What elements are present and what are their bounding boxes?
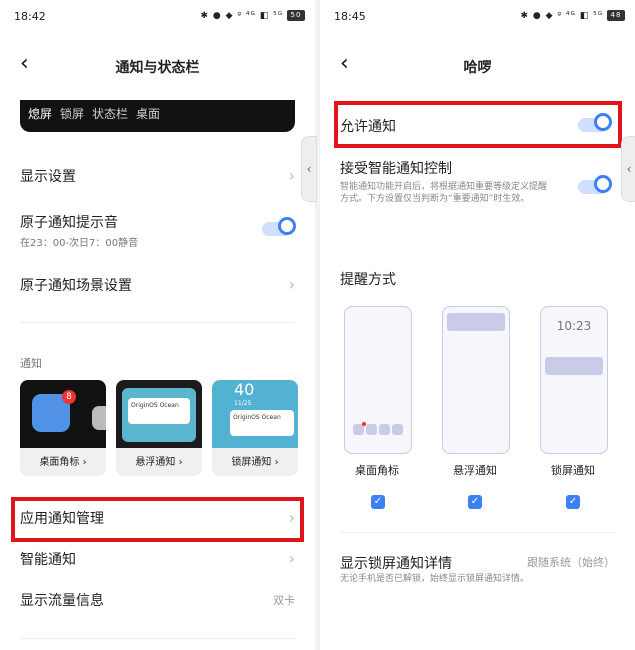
chevron-right-icon: › (288, 166, 295, 185)
lock-clock: 10:23 (556, 319, 592, 333)
display-settings-label: 显示设置 (20, 169, 76, 185)
divider (340, 532, 615, 533)
smart-notify-label: 智能通知 (20, 552, 76, 568)
side-panel-handle-icon[interactable]: ‹ (621, 136, 635, 202)
atom-tone-row[interactable]: 原子通知提示音 (20, 212, 295, 232)
tab-aod[interactable]: 熄屏 (28, 107, 52, 121)
card-label-text: 锁屏通知 (231, 457, 272, 468)
card-image: OriginOS Ocean (116, 380, 202, 448)
status-icon-group: ✱ ● ◆ ᵍ ⁴ᴳ ◧ ⁵ᴳ (200, 11, 284, 21)
checkbox-lock-notify[interactable]: ✓ (566, 495, 580, 509)
card-label: 悬浮通知 › (135, 457, 183, 468)
checkbox-desktop-badge[interactable]: ✓ (371, 495, 385, 509)
dock-icons (353, 420, 403, 439)
smart-ctrl-toggle[interactable] (578, 175, 612, 194)
atom-tone-sub: 在23：00-次日7：00静音 (20, 238, 139, 249)
lock-detail-row[interactable]: 显示锁屏通知详情 跟随系统（始终） (340, 553, 615, 573)
status-icon-group: ✱ ● ◆ ᵍ ⁴ᴳ ◧ ⁵ᴳ (520, 11, 604, 21)
preview-desktop-badge[interactable] (344, 306, 412, 454)
side-panel-handle-icon[interactable]: ‹ (301, 136, 317, 202)
atom-tone-toggle[interactable] (262, 217, 296, 236)
lock-detail-desc: 无论手机是否已解锁，始终显示锁屏通知详情。 (340, 574, 530, 584)
lock-detail-label: 显示锁屏通知详情 (340, 556, 452, 572)
divider (20, 322, 295, 323)
card-label-text: 悬浮通知 (135, 457, 176, 468)
chevron-right-icon: › (288, 275, 295, 294)
highlight-box (334, 101, 622, 148)
toggle-knob (594, 175, 612, 193)
lock-detail-value: 跟随系统（始终） (527, 556, 615, 569)
atom-tone-label: 原子通知提示音 (20, 215, 118, 231)
status-time: 18:45 (334, 10, 366, 23)
tab-desktop[interactable]: 桌面 (136, 107, 160, 121)
lock-notice: OriginOS Ocean (230, 410, 294, 436)
remind-section-title: 提醒方式 (340, 269, 615, 289)
highlight-box (11, 497, 304, 542)
battery-icon: 48 (607, 10, 625, 21)
preview-label-float: 悬浮通知 (453, 464, 497, 477)
status-time: 18:42 (14, 10, 46, 23)
preview-float-notify[interactable] (442, 306, 510, 454)
status-bar: 18:42 ✱ ● ◆ ᵍ ⁴ᴳ ◧ ⁵ᴳ 50 (0, 0, 315, 34)
lock-banner (545, 357, 603, 375)
traffic-value: 双卡 (273, 594, 295, 607)
card-image: 40 11/25 OriginOS Ocean (212, 380, 298, 448)
nav-header: ‹ 哈啰 (320, 48, 635, 82)
smart-ctrl-desc: 智能通知功能开启后，将根据通知重要等级定义提醒方式。下方设置仅当判断为“重要通知… (340, 182, 548, 204)
left-screen: 18:42 ✱ ● ◆ ᵍ ⁴ᴳ ◧ ⁵ᴳ 50 ‹ 通知与状态栏 熄屏 锁屏 状态… (0, 0, 315, 650)
lock-clock: 40 (234, 380, 255, 399)
smart-ctrl-row[interactable]: 接受智能通知控制 (340, 158, 615, 178)
card-label: 锁屏通知 › (231, 457, 279, 468)
app-icon (353, 422, 366, 435)
preview-tabs: 熄屏 锁屏 状态栏 桌面 (28, 105, 168, 122)
card-label: 桌面角标 › (39, 457, 87, 468)
status-icons: ✱ ● ◆ ᵍ ⁴ᴳ ◧ ⁵ᴳ 48 (520, 10, 625, 21)
app-icon-partial (92, 406, 106, 430)
remind-section-label: 提醒方式 (340, 272, 396, 288)
app-icon (366, 424, 377, 435)
traffic-row[interactable]: 显示流量信息 双卡 (20, 590, 295, 610)
status-bar: 18:45 ✱ ● ◆ ᵍ ⁴ᴳ ◧ ⁵ᴳ 48 (320, 0, 635, 34)
card-label-text: 桌面角标 (39, 457, 80, 468)
preview-label-lock: 锁屏通知 (551, 464, 595, 477)
smart-ctrl-label: 接受智能通知控制 (340, 161, 452, 177)
lock-date: 11/25 (234, 400, 252, 407)
card-desktop-badge[interactable]: 8 桌面角标 › (20, 380, 106, 476)
preview-label-desktop: 桌面角标 (355, 464, 399, 477)
lock-notice-text: OriginOS Ocean (233, 414, 281, 421)
divider (20, 638, 295, 639)
app-icon (392, 424, 403, 435)
float-banner (447, 313, 505, 331)
status-icons: ✱ ● ◆ ᵍ ⁴ᴳ ◧ ⁵ᴳ 50 (200, 10, 305, 21)
card-float-notify[interactable]: OriginOS Ocean 悬浮通知 › (116, 380, 202, 476)
right-screen: 18:45 ✱ ● ◆ ᵍ ⁴ᴳ ◧ ⁵ᴳ 48 ‹ 哈啰 允许通知 接受智能通… (320, 0, 635, 650)
tab-status[interactable]: 状态栏 (92, 107, 128, 121)
tab-lock[interactable]: 锁屏 (60, 107, 84, 121)
card-lock-notify[interactable]: 40 11/25 OriginOS Ocean 锁屏通知 › (212, 380, 298, 476)
app-icon (379, 424, 390, 435)
atom-scene-label: 原子通知场景设置 (20, 278, 132, 294)
atom-scene-row[interactable]: 原子通知场景设置 › (20, 275, 295, 295)
float-notice: OriginOS Ocean (128, 398, 190, 424)
traffic-label: 显示流量信息 (20, 593, 104, 609)
page-title: 通知与状态栏 (115, 60, 200, 76)
section-notify-title: 通知 (20, 357, 42, 370)
badge-count: 8 (62, 390, 76, 404)
nav-header: ‹ 通知与状态栏 (0, 48, 315, 82)
toggle-knob (278, 217, 296, 235)
preview-lock-notify[interactable]: 10:23 (540, 306, 608, 454)
battery-icon: 50 (287, 10, 305, 21)
float-notice-text: OriginOS Ocean (131, 402, 179, 409)
checkbox-float-notify[interactable]: ✓ (468, 495, 482, 509)
smart-notify-row[interactable]: 智能通知 › (20, 549, 295, 569)
badge-dot (362, 422, 366, 426)
page-title: 哈啰 (463, 60, 492, 76)
display-settings-row[interactable]: 显示设置 › (20, 166, 295, 186)
chevron-right-icon: › (288, 549, 295, 568)
card-image: 8 (20, 380, 106, 448)
